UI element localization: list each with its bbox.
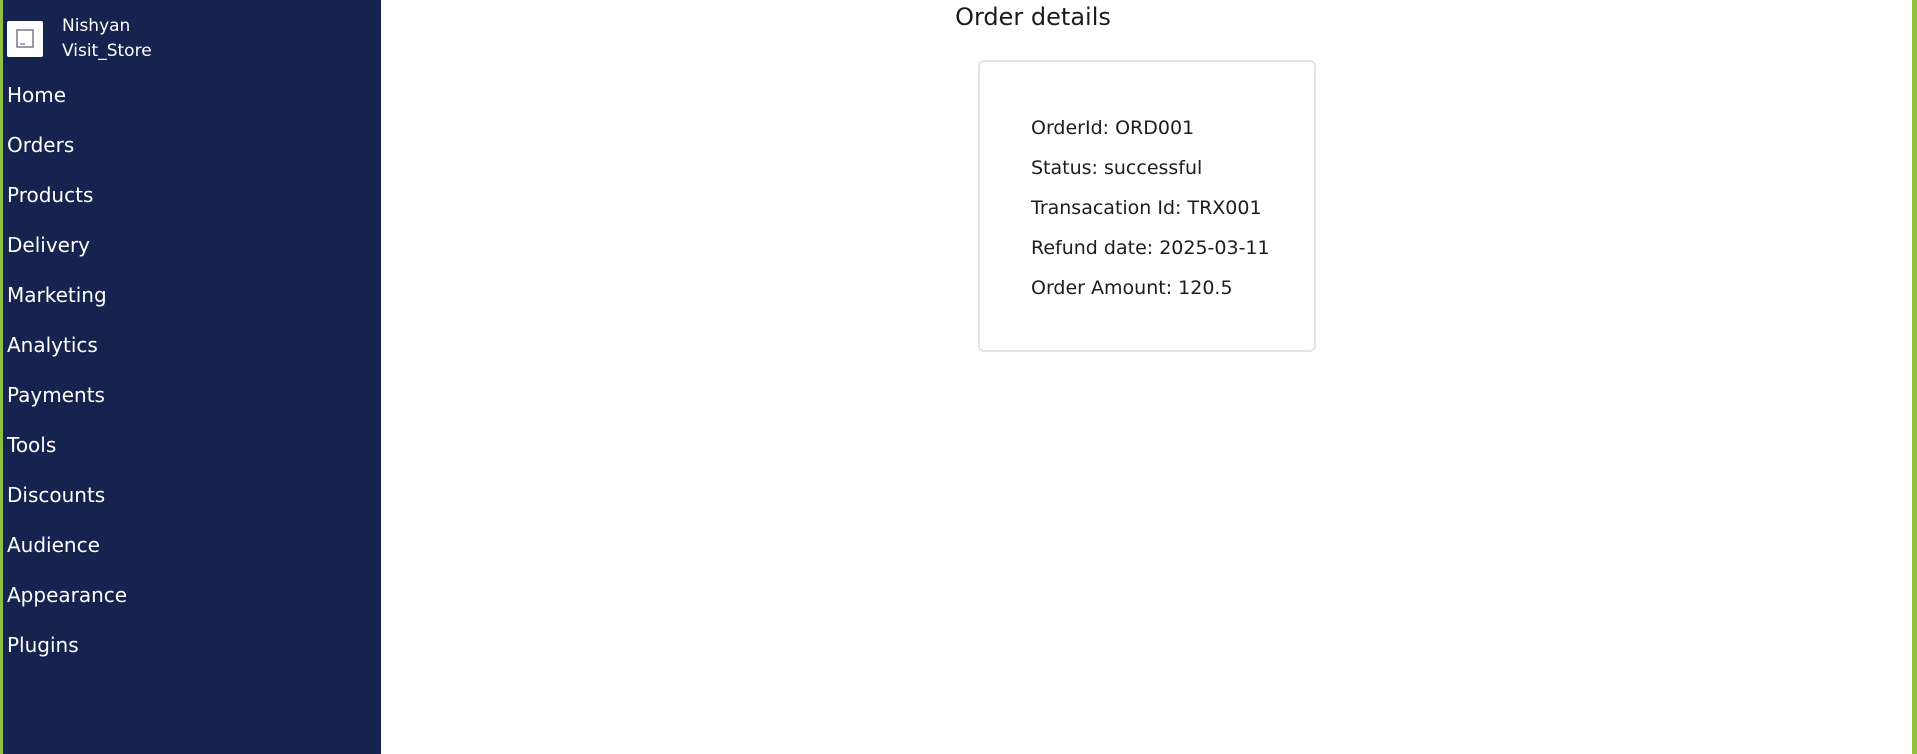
sidebar: Nishyan Visit_Store Home Orders Products… (3, 0, 381, 754)
order-details-card: OrderId: ORD001 Status: successful Trans… (978, 60, 1316, 352)
page-title: Order details (955, 3, 1111, 31)
store-logo-icon (7, 21, 43, 57)
brand-owner: Nishyan (62, 16, 131, 36)
main-content: Order details OrderId: ORD001 Status: su… (381, 0, 1912, 754)
sidebar-item-payments[interactable]: Payments (7, 380, 127, 430)
brand-header[interactable]: Nishyan Visit_Store (7, 14, 152, 64)
window-edge-right (1912, 0, 1917, 754)
order-amount-text: Order Amount: 120.5 (1031, 277, 1233, 299)
sidebar-item-home[interactable]: Home (7, 80, 127, 130)
brand-store-name: Visit_Store (62, 41, 152, 61)
app-window: Nishyan Visit_Store Home Orders Products… (0, 0, 1917, 754)
sidebar-item-products[interactable]: Products (7, 180, 127, 230)
sidebar-item-analytics[interactable]: Analytics (7, 330, 127, 380)
order-id-text: OrderId: ORD001 (1031, 117, 1195, 139)
sidebar-item-tools[interactable]: Tools (7, 430, 127, 480)
sidebar-item-plugins[interactable]: Plugins (7, 630, 127, 680)
sidebar-item-appearance[interactable]: Appearance (7, 580, 127, 630)
transaction-id-text: Transacation Id: TRX001 (1031, 197, 1262, 219)
sidebar-item-audience[interactable]: Audience (7, 530, 127, 580)
sidebar-item-delivery[interactable]: Delivery (7, 230, 127, 280)
sidebar-item-discounts[interactable]: Discounts (7, 480, 127, 530)
sidebar-nav: Home Orders Products Delivery Marketing … (7, 80, 127, 680)
sidebar-item-marketing[interactable]: Marketing (7, 280, 127, 330)
refund-date-text: Refund date: 2025-03-11 (1031, 237, 1270, 259)
brand-text: Nishyan Visit_Store (62, 14, 152, 64)
sidebar-item-orders[interactable]: Orders (7, 130, 127, 180)
order-status-text: Status: successful (1031, 157, 1203, 179)
